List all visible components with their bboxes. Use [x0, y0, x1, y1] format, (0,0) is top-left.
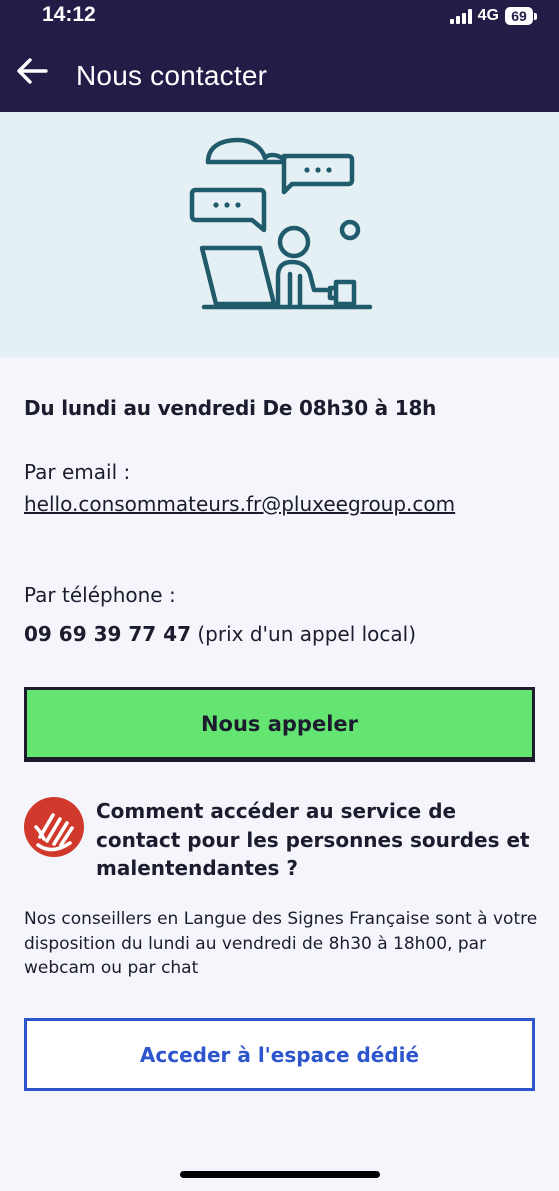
app-header: Nous contacter	[0, 34, 559, 112]
battery-level: 69	[505, 7, 533, 25]
phone-number: 09 69 39 77 47	[24, 622, 192, 646]
battery-icon: 69	[505, 7, 537, 25]
cellular-signal-icon	[449, 8, 472, 24]
hero-banner	[0, 112, 559, 357]
deaf-service-title: Comment accéder au service de contact po…	[96, 799, 530, 880]
opening-hours: Du lundi au vendredi De 08h30 à 18h	[24, 396, 437, 420]
sign-language-hand-icon	[24, 797, 84, 857]
email-label: Par email :	[24, 460, 131, 484]
dedicated-space-button[interactable]: Acceder à l'espace dédié	[24, 1018, 535, 1091]
status-time: 14:12	[42, 3, 96, 26]
phone-note: (prix d'un appel local)	[191, 622, 417, 646]
call-button-label: Nous appeler	[200, 711, 359, 736]
deaf-service-description: Nos conseillers en Langue des Signes Fra…	[24, 909, 538, 978]
customer-support-illustration	[189, 137, 373, 310]
dedicated-space-button-label: Acceder à l'espace dédié	[139, 1042, 420, 1067]
page-title: Nous contacter	[76, 60, 268, 91]
phone-label: Par téléphone :	[24, 583, 176, 607]
call-button[interactable]: Nous appeler	[24, 687, 535, 760]
home-indicator[interactable]	[180, 1171, 380, 1178]
email-link[interactable]: hello.consommateurs.fr@pluxeegroup.com	[24, 489, 529, 519]
status-bar: 14:12 4G 69	[0, 0, 559, 34]
status-indicators: 4G 69	[449, 6, 537, 26]
arrow-left-icon	[17, 58, 48, 84]
back-button[interactable]	[10, 49, 54, 93]
phone-line: 09 69 39 77 47 (prix d'un appel local)	[24, 622, 416, 646]
network-type: 4G	[477, 7, 499, 24]
